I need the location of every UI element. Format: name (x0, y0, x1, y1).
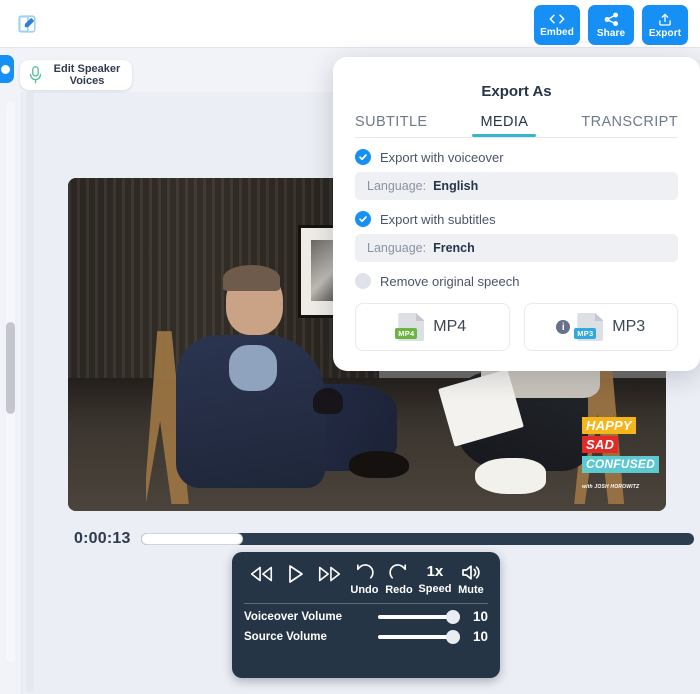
share-button[interactable]: Share (588, 5, 634, 45)
mute-label: Mute (458, 584, 484, 596)
app-root: Embed Share Export Edit Speaker Voices H… (0, 0, 700, 694)
content-scrollbar[interactable] (26, 92, 34, 692)
fast-forward-icon (318, 566, 341, 582)
checkbox-unchecked-icon[interactable] (355, 273, 371, 289)
info-icon[interactable]: i (556, 320, 571, 334)
redo-icon (389, 564, 407, 579)
source-volume-row: Source Volume 10 (232, 624, 500, 644)
edit-square-icon[interactable] (16, 13, 38, 35)
speed-button[interactable]: 1x Speed (418, 562, 451, 596)
source-volume-value: 10 (472, 629, 488, 644)
speed-label: Speed (418, 583, 452, 595)
player-buttons-row: Undo Redo 1x Speed Mute (232, 552, 500, 597)
left-rail (0, 92, 22, 694)
voiceover-volume-row: Voiceover Volume 10 (232, 604, 500, 624)
voiceover-language-key: Language: (367, 179, 427, 193)
source-volume-slider[interactable] (378, 629, 460, 644)
rewind-button[interactable] (246, 562, 276, 587)
voiceover-language-value: English (433, 179, 479, 193)
voiceover-language-row[interactable]: Language: English (355, 172, 678, 200)
esv-line-2: Voices (69, 75, 105, 87)
subtitles-language-value: French (433, 241, 475, 255)
upload-icon (659, 13, 671, 26)
mp4-export-button[interactable]: MP4 MP4 (355, 303, 510, 351)
export-label: Export (648, 27, 682, 39)
esv-line-1: Edit Speaker (53, 63, 121, 75)
voiceover-slider-knob[interactable] (446, 609, 460, 624)
top-action-buttons: Embed Share Export (534, 5, 688, 45)
microphone-icon (29, 66, 42, 84)
handheld-microphone (313, 387, 344, 415)
export-with-voiceover-label: Export with voiceover (380, 149, 504, 165)
edit-speaker-voices-label: Edit Speaker Voices (48, 63, 132, 87)
popover-tabs: SUBTITLE MEDIA TRANSCRIPT (333, 100, 700, 137)
timeline-scrubber[interactable] (140, 533, 694, 545)
rewind-icon (250, 566, 273, 582)
remove-original-speech-label: Remove original speech (380, 273, 520, 289)
export-button[interactable]: Export (642, 5, 688, 45)
timeline-progress (140, 533, 243, 545)
mp3-tag: MP3 (574, 328, 597, 339)
share-nodes-icon (604, 12, 618, 26)
mp3-export-button[interactable]: i MP3 MP3 (523, 303, 678, 351)
subtitles-language-row[interactable]: Language: French (355, 234, 678, 262)
redo-button[interactable]: Redo (384, 562, 414, 597)
play-button[interactable] (280, 562, 310, 587)
logo-line-host: with JOSH HOROWITZ (582, 484, 640, 490)
mp3-file-icon: MP3 (574, 313, 604, 341)
export-as-popover: Export As SUBTITLE MEDIA TRANSCRIPT Expo… (333, 57, 700, 371)
current-time-label: 0:00:13 (74, 530, 131, 547)
logo-line-confused: CONFUSED (582, 456, 659, 473)
show-logo-watermark: HAPPY SAD CONFUSED with JOSH HOROWITZ (582, 417, 659, 497)
guest-shirt (229, 344, 278, 392)
source-slider-knob[interactable] (446, 629, 460, 644)
voiceover-volume-slider[interactable] (378, 609, 460, 624)
mp4-label: MP4 (433, 318, 467, 335)
speed-value: 1x (426, 563, 444, 580)
player-control-panel: Undo Redo 1x Speed Mute Voiceover Volume… (232, 552, 500, 678)
timeline: 0:00:13 (74, 526, 694, 552)
embed-button[interactable]: Embed (534, 5, 580, 45)
logo-line-happy: HAPPY (582, 417, 636, 434)
mp4-tag: MP4 (395, 328, 418, 339)
edit-speaker-voices-button[interactable]: Edit Speaker Voices (20, 60, 132, 90)
logo-line-sad: SAD (582, 436, 619, 453)
mp4-file-icon: MP4 (395, 313, 425, 341)
mute-button[interactable]: Mute (456, 562, 486, 597)
export-with-subtitles-row[interactable]: Export with subtitles (333, 200, 700, 227)
export-with-subtitles-label: Export with subtitles (380, 211, 496, 227)
source-volume-label: Source Volume (244, 630, 327, 643)
mp3-label: MP3 (612, 318, 646, 335)
blue-button-glyph (0, 64, 10, 74)
tab-subtitle[interactable]: SUBTITLE (355, 114, 428, 137)
redo-label: Redo (385, 584, 413, 596)
fast-forward-button[interactable] (315, 562, 345, 587)
code-icon (549, 14, 565, 24)
host-sneaker (474, 457, 547, 495)
guest-shoe (349, 451, 409, 478)
tab-media[interactable]: MEDIA (472, 114, 537, 137)
share-label: Share (596, 27, 626, 39)
guest-hair (223, 264, 281, 292)
checkbox-checked-icon[interactable] (355, 149, 371, 165)
embed-label: Embed (540, 27, 574, 38)
undo-icon (356, 564, 374, 579)
format-buttons-row: MP4 MP4 i MP3 MP3 (333, 289, 700, 351)
partial-blue-button[interactable] (0, 55, 14, 83)
subtitles-language-key: Language: (367, 241, 427, 255)
popover-title: Export As (481, 83, 552, 100)
top-toolbar: Embed Share Export (0, 0, 700, 48)
checkbox-checked-icon[interactable] (355, 211, 371, 227)
undo-button[interactable]: Undo (349, 562, 379, 597)
voiceover-volume-label: Voiceover Volume (244, 610, 342, 623)
export-with-voiceover-row[interactable]: Export with voiceover (333, 138, 700, 165)
voiceover-volume-value: 10 (472, 609, 488, 624)
remove-original-speech-row[interactable]: Remove original speech (333, 262, 700, 289)
speaker-icon (462, 565, 480, 580)
undo-label: Undo (350, 584, 379, 596)
play-icon (289, 565, 304, 583)
left-scrollbar-thumb[interactable] (6, 322, 15, 414)
tab-transcript[interactable]: TRANSCRIPT (581, 114, 678, 137)
